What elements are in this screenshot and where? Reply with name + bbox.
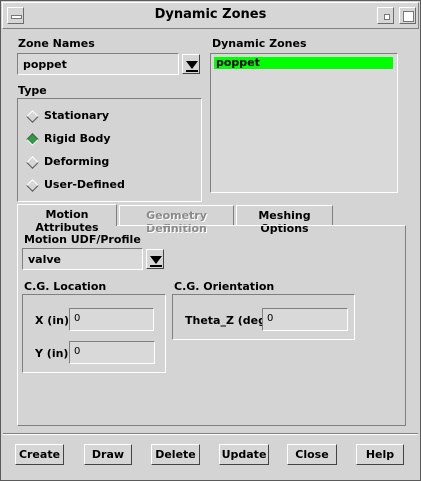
type-group: Stationary Rigid Body Deforming User-Def… [17, 98, 202, 202]
cg-location-label: C.G. Location [24, 280, 107, 293]
tab-geometry-definition[interactable]: Geometry Definition [119, 205, 234, 235]
update-button[interactable]: Update [219, 444, 269, 465]
theta-input[interactable]: 0 [262, 308, 348, 331]
dynamic-zones-label: Dynamic Zones [212, 37, 307, 50]
help-button[interactable]: Help [356, 444, 404, 465]
maximize-icon [403, 11, 414, 22]
x-label: X (in) [35, 314, 69, 327]
tab-meshing-options[interactable]: Meshing Options [236, 205, 333, 235]
motion-udf-label: Motion UDF/Profile [24, 233, 141, 246]
tab-motion-attributes[interactable]: Motion Attributes [17, 204, 117, 234]
radio-indicator-icon [26, 179, 39, 192]
radio-rigid-body[interactable]: Rigid Body [26, 131, 186, 147]
radio-label: Deforming [44, 155, 110, 168]
radio-label: User-Defined [44, 178, 125, 191]
zone-names-dropdown-button[interactable] [182, 54, 200, 74]
delete-button[interactable]: Delete [151, 444, 200, 465]
maximize-button[interactable] [399, 7, 416, 24]
motion-udf-dropdown[interactable]: valve [22, 248, 143, 270]
cg-orientation-label: C.G. Orientation [174, 280, 275, 293]
create-button[interactable]: Create [15, 444, 64, 465]
radio-label: Stationary [44, 109, 110, 122]
radio-indicator-icon [26, 133, 39, 146]
title-bar[interactable]: Dynamic Zones [2, 2, 419, 29]
draw-button[interactable]: Draw [84, 444, 132, 465]
x-input[interactable]: 0 [69, 308, 154, 331]
minimize-icon [384, 14, 390, 20]
y-input[interactable]: 0 [69, 341, 155, 364]
separator [3, 433, 418, 435]
radio-indicator-icon [26, 156, 39, 169]
motion-udf-dropdown-button[interactable] [146, 249, 164, 269]
close-button[interactable]: Close [287, 444, 337, 465]
window-title: Dynamic Zones [154, 7, 267, 22]
zone-names-dropdown[interactable]: poppet [17, 53, 179, 75]
radio-user-defined[interactable]: User-Defined [26, 177, 186, 193]
minimize-button[interactable] [377, 7, 394, 24]
theta-label: Theta_Z (deg) [185, 314, 272, 327]
radio-stationary[interactable]: Stationary [26, 108, 186, 124]
radio-indicator-icon [26, 110, 39, 123]
type-label: Type [18, 84, 47, 97]
list-item[interactable]: poppet [214, 57, 393, 69]
radio-label: Rigid Body [44, 132, 111, 145]
radio-deforming[interactable]: Deforming [26, 154, 186, 170]
zone-names-label: Zone Names [18, 37, 95, 50]
dynamic-zones-list[interactable]: poppet [210, 53, 398, 193]
tab-label: Motion Attributes [35, 208, 99, 234]
y-label: Y (in) [35, 347, 69, 360]
